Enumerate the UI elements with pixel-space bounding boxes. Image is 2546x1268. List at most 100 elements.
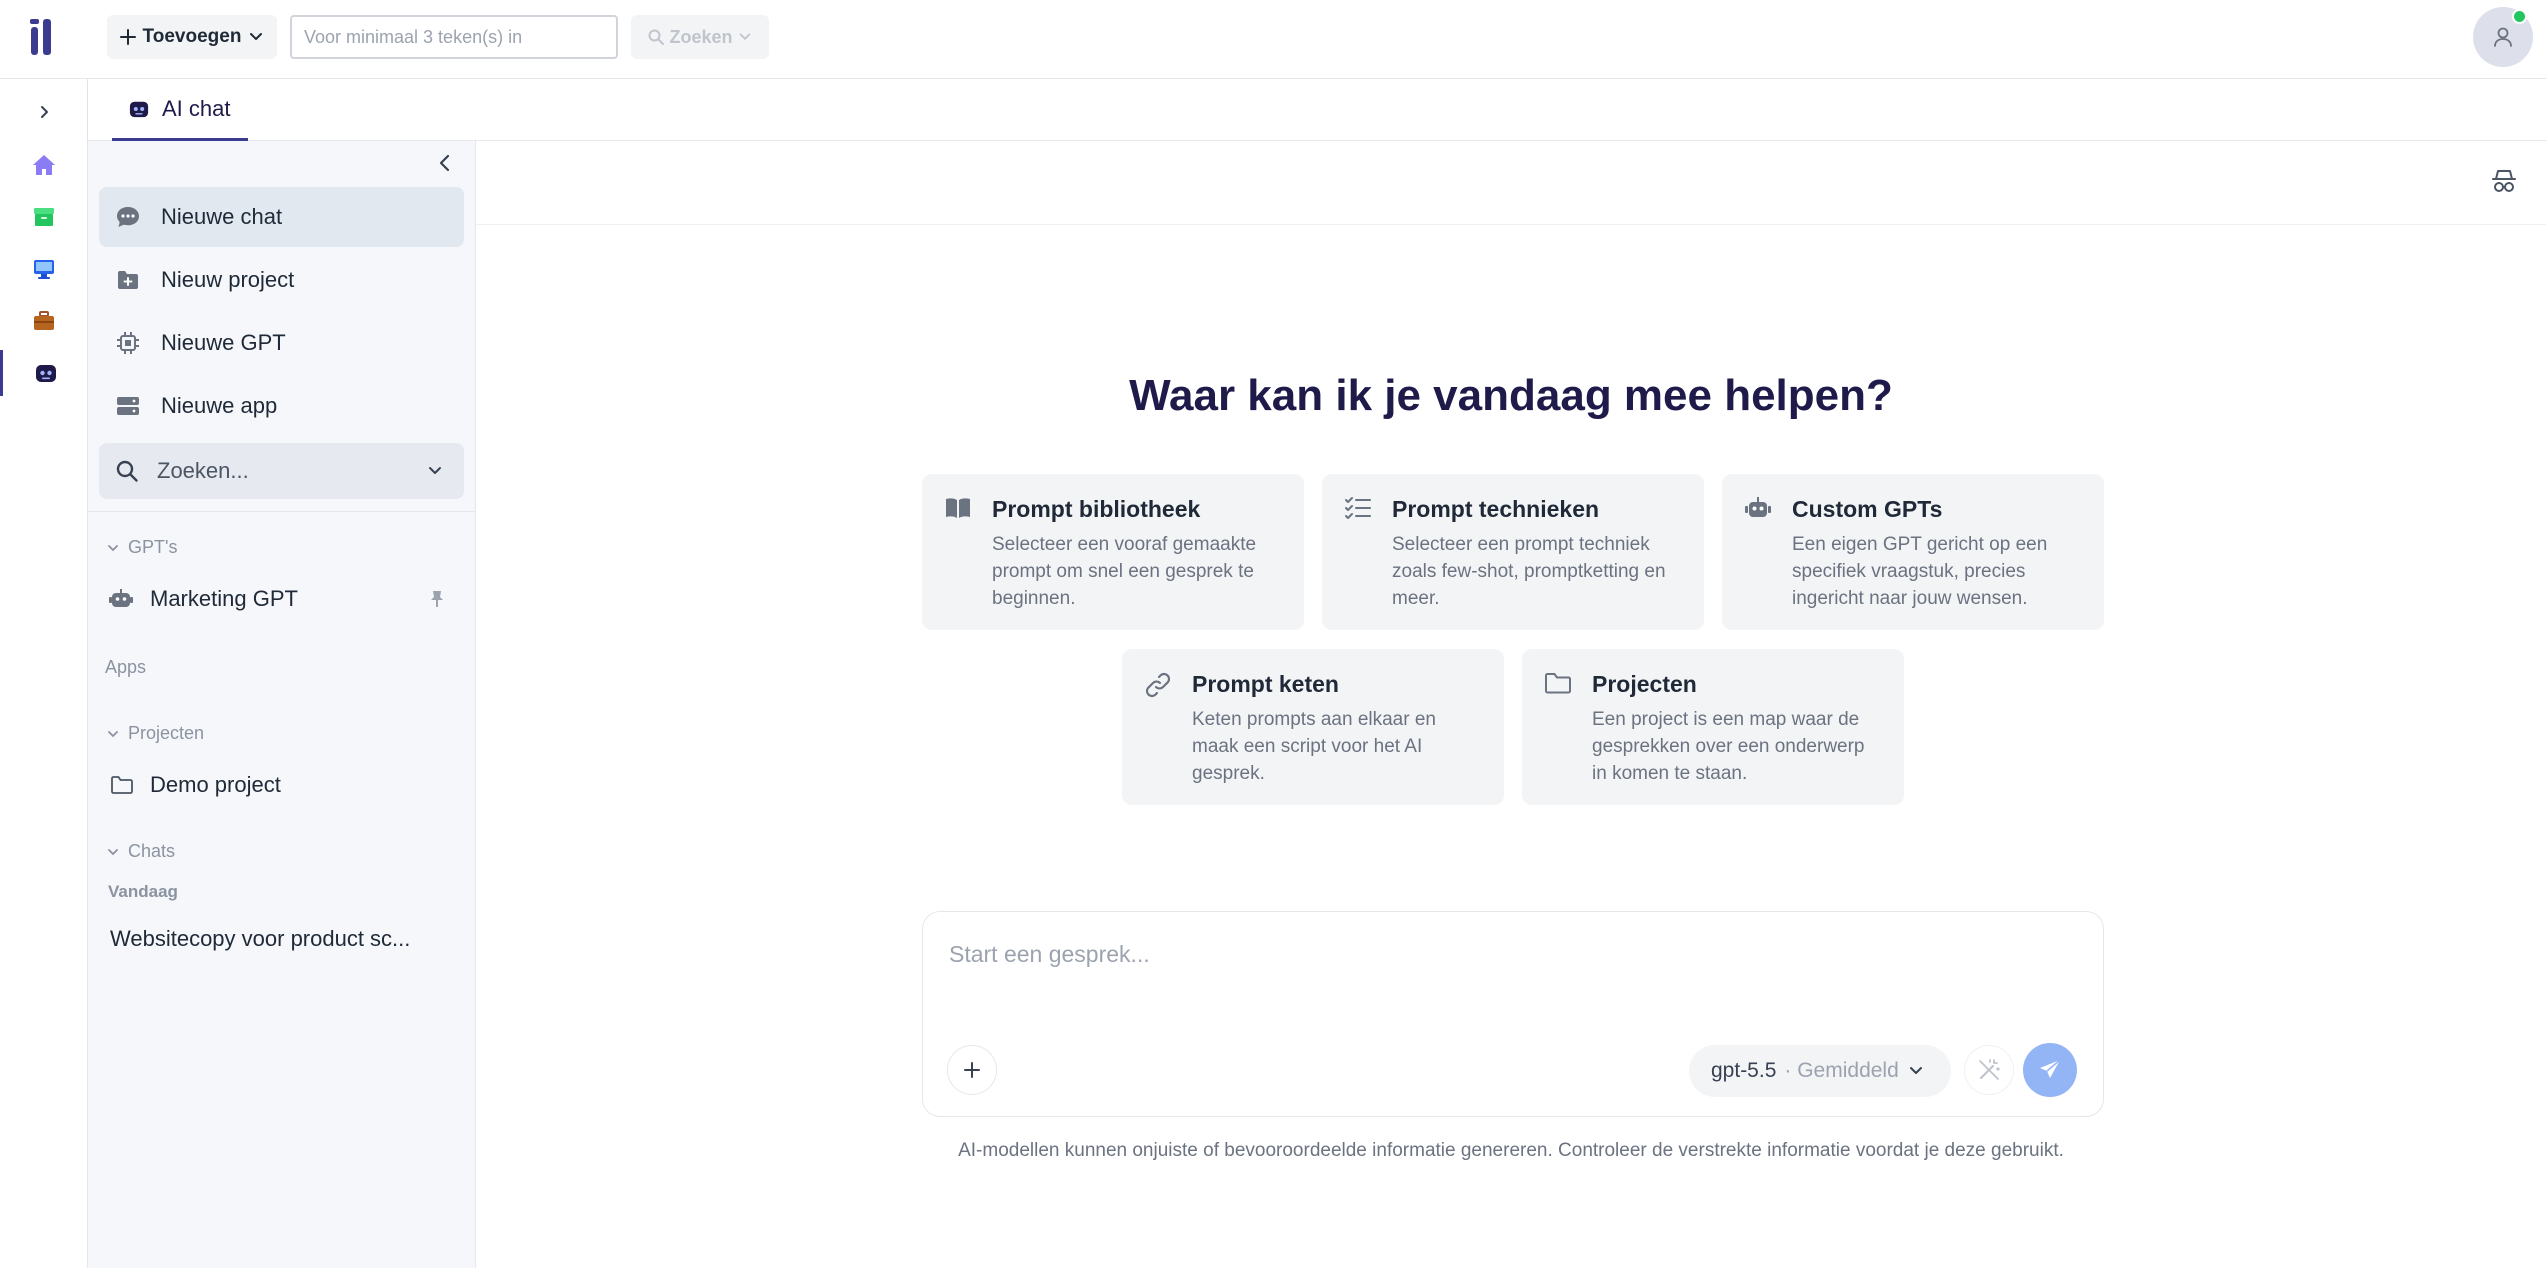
rail-item-ai-chat[interactable] bbox=[0, 350, 88, 396]
section-projects-toggle[interactable]: Projecten bbox=[106, 723, 204, 744]
card-description: Selecteer een prompt techniek zoals few-… bbox=[1392, 534, 1666, 609]
tab-bar: AI chat bbox=[88, 79, 2546, 141]
new-chat-button[interactable]: Nieuwe chat bbox=[99, 187, 464, 247]
card-title: Prompt technieken bbox=[1392, 496, 1600, 522]
card-title: Prompt keten bbox=[1192, 671, 1339, 697]
robot-icon bbox=[108, 588, 134, 610]
add-button-label: Toevoegen bbox=[142, 26, 242, 47]
collapse-sidebar-button[interactable] bbox=[434, 152, 456, 174]
search-icon bbox=[115, 459, 139, 483]
card-title: Prompt bibliotheek bbox=[992, 496, 1201, 522]
chevron-down-icon bbox=[247, 28, 265, 46]
message-input[interactable] bbox=[949, 934, 2069, 974]
robot-icon bbox=[1744, 496, 1772, 524]
incognito-icon[interactable] bbox=[2490, 167, 2518, 195]
model-mode: · Gemiddeld bbox=[1784, 1059, 1899, 1082]
send-icon bbox=[2038, 1058, 2062, 1082]
app-logo[interactable] bbox=[28, 17, 60, 57]
header-divider bbox=[476, 224, 2546, 225]
rail-item-home[interactable] bbox=[0, 142, 88, 188]
chevron-down-icon bbox=[106, 541, 120, 555]
top-bar: Toevoegen Zoeken bbox=[0, 0, 2546, 79]
book-icon bbox=[944, 496, 972, 524]
card-projects[interactable]: Projecten Een project is een map waar de… bbox=[1522, 649, 1904, 805]
archive-icon bbox=[32, 205, 56, 229]
card-description: Een eigen GPT gericht op een specifiek v… bbox=[1792, 534, 2048, 609]
chip-icon bbox=[115, 330, 141, 356]
card-description: Keten prompts aan elkaar en maak een scr… bbox=[1192, 709, 1436, 784]
magic-wand-off-icon bbox=[1977, 1058, 2001, 1082]
global-search-button[interactable]: Zoeken bbox=[631, 15, 769, 59]
briefcase-icon bbox=[32, 309, 56, 333]
chevron-left-icon bbox=[434, 152, 456, 174]
new-project-button[interactable]: Nieuw project bbox=[99, 250, 464, 310]
ai-disclaimer: AI-modellen kunnen onjuiste of bevooroor… bbox=[958, 1140, 2064, 1161]
plus-icon bbox=[119, 28, 137, 46]
expand-rail-button[interactable] bbox=[0, 89, 88, 135]
model-name: gpt-5.5 bbox=[1711, 1059, 1777, 1082]
global-search-input[interactable] bbox=[290, 15, 618, 59]
new-app-button[interactable]: Nieuwe app bbox=[99, 376, 464, 436]
rail-item-briefcase[interactable] bbox=[0, 298, 88, 344]
enhance-prompt-button[interactable] bbox=[1964, 1045, 2014, 1095]
chevron-down-icon bbox=[106, 727, 120, 741]
user-icon bbox=[2491, 25, 2515, 49]
section-apps-label: Apps bbox=[105, 657, 147, 677]
hero-title: Waar kan ik je vandaag mee helpen? bbox=[1129, 371, 1893, 420]
search-icon bbox=[647, 28, 665, 46]
tab-label: AI chat bbox=[162, 95, 231, 121]
chat-sidebar: Nieuwe chat Nieuw project Nieuwe GPT Nie… bbox=[88, 141, 476, 1268]
sidebar-search-placeholder: Zoeken... bbox=[157, 458, 249, 483]
folder-plus-icon bbox=[115, 267, 141, 293]
card-title: Custom GPTs bbox=[1792, 496, 1943, 522]
robot-icon bbox=[128, 99, 150, 119]
folder-icon bbox=[110, 775, 134, 795]
project-item-label: Demo project bbox=[150, 772, 281, 797]
section-gpts-toggle[interactable]: GPT's bbox=[106, 537, 177, 558]
project-item-demo[interactable]: Demo project bbox=[110, 763, 456, 807]
card-custom-gpts[interactable]: Custom GPTs Een eigen GPT gericht op een… bbox=[1722, 474, 2104, 630]
rail-item-desktop[interactable] bbox=[0, 246, 88, 292]
chevron-down-icon bbox=[426, 462, 444, 480]
tab-ai-chat[interactable]: AI chat bbox=[112, 79, 249, 141]
plus-icon bbox=[962, 1060, 982, 1080]
new-chat-label: Nieuwe chat bbox=[161, 204, 283, 229]
desktop-icon bbox=[32, 257, 56, 281]
new-gpt-button[interactable]: Nieuwe GPT bbox=[99, 313, 464, 373]
pin-icon[interactable] bbox=[428, 589, 446, 609]
card-title: Projecten bbox=[1592, 671, 1697, 697]
chevron-down-icon bbox=[106, 845, 120, 859]
new-gpt-label: Nieuwe GPT bbox=[161, 330, 286, 355]
folder-icon bbox=[1544, 671, 1572, 699]
add-button[interactable]: Toevoegen bbox=[107, 15, 277, 59]
main-chat-area: Waar kan ik je vandaag mee helpen? Promp… bbox=[476, 141, 2546, 1268]
model-selector[interactable]: gpt-5.5 · Gemiddeld bbox=[1689, 1045, 1951, 1097]
online-status-dot bbox=[2512, 9, 2527, 24]
gpt-item-label: Marketing GPT bbox=[150, 586, 298, 611]
global-search-button-label: Zoeken bbox=[669, 26, 733, 47]
message-composer: gpt-5.5 · Gemiddeld bbox=[922, 911, 2104, 1117]
send-button[interactable] bbox=[2023, 1043, 2077, 1097]
chevron-down-icon bbox=[1907, 1062, 1925, 1080]
card-prompt-library[interactable]: Prompt bibliotheek Selecteer een vooraf … bbox=[922, 474, 1304, 630]
sidebar-search[interactable]: Zoeken... bbox=[99, 443, 464, 499]
link-icon bbox=[1144, 671, 1172, 699]
home-icon bbox=[31, 153, 57, 177]
rail-item-archive[interactable] bbox=[0, 194, 88, 240]
attach-button[interactable] bbox=[947, 1045, 997, 1095]
card-prompt-chain[interactable]: Prompt keten Keten prompts aan elkaar en… bbox=[1122, 649, 1504, 805]
chevron-down-icon bbox=[737, 29, 753, 45]
robot-icon bbox=[34, 362, 58, 384]
new-project-label: Nieuw project bbox=[161, 267, 295, 292]
sidebar-divider bbox=[88, 511, 476, 512]
section-chats-toggle[interactable]: Chats bbox=[106, 841, 175, 862]
server-icon bbox=[115, 393, 141, 419]
card-prompt-techniques[interactable]: Prompt technieken Selecteer een prompt t… bbox=[1322, 474, 1704, 630]
section-projects-label: Projecten bbox=[128, 723, 205, 743]
chat-group-today: Vandaag bbox=[108, 882, 178, 901]
card-description: Een project is een map waar de gesprekke… bbox=[1592, 709, 1865, 784]
chat-bubble-icon bbox=[115, 204, 141, 230]
new-app-label: Nieuwe app bbox=[161, 393, 278, 418]
chat-item[interactable]: Websitecopy voor product sc... bbox=[110, 917, 456, 961]
gpt-item-marketing[interactable]: Marketing GPT bbox=[108, 577, 454, 621]
